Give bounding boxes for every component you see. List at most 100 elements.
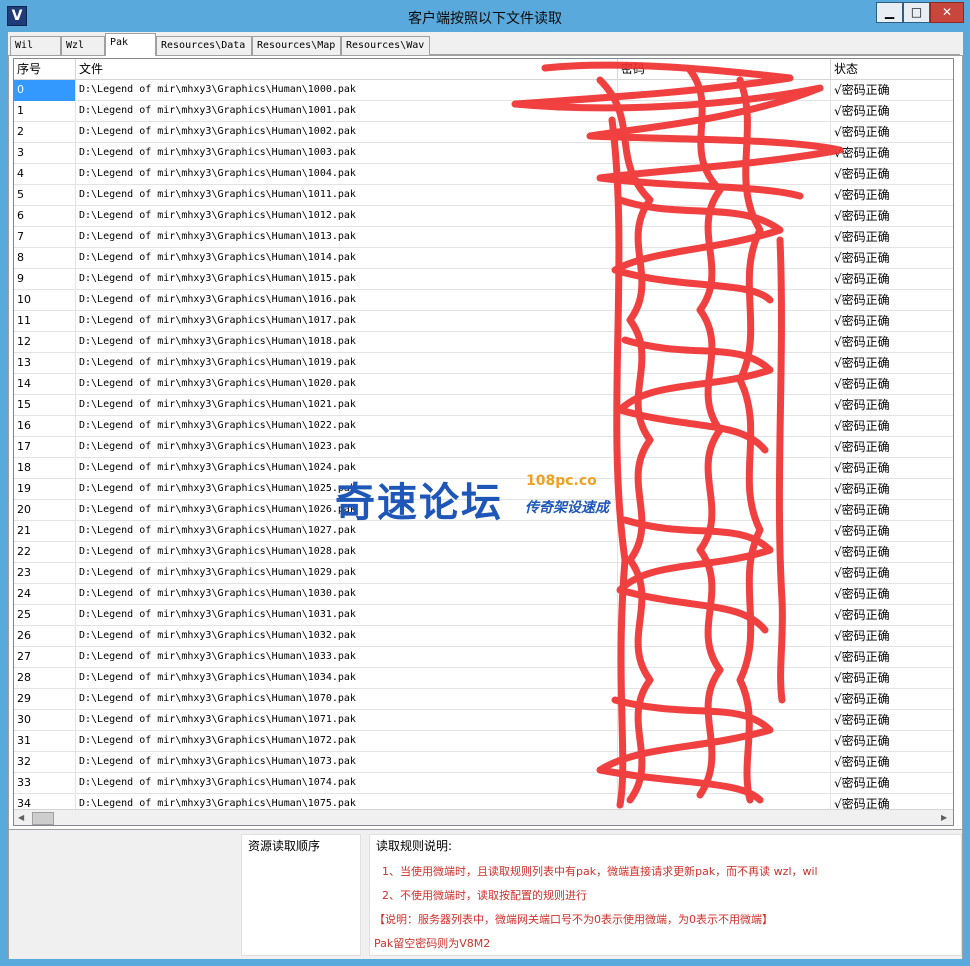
row-index: 21 [14, 521, 76, 542]
row-password [618, 584, 831, 605]
row-index: 20 [14, 500, 76, 521]
row-index: 25 [14, 605, 76, 626]
row-index: 14 [14, 374, 76, 395]
list-rows: 0 D:\Legend of mir\mhxy3\Graphics\Human\1… [14, 80, 953, 815]
row-password [618, 143, 831, 164]
table-row[interactable]: 0 D:\Legend of mir\mhxy3\Graphics\Human\1… [14, 80, 953, 101]
table-row[interactable]: 6 D:\Legend of mir\mhxy3\Graphics\Human\1… [14, 206, 953, 227]
title-bar[interactable]: V 客户端按照以下文件读取 ▁ □ ✕ [0, 0, 970, 32]
row-status: √密码正确 [831, 248, 953, 269]
row-file-path: D:\Legend of mir\mhxy3\Graphics\Human\10… [76, 164, 618, 185]
maximize-button[interactable]: □ [903, 2, 930, 23]
table-row[interactable]: 16 D:\Legend of mir\mhxy3\Graphics\Human\… [14, 416, 953, 437]
row-index: 24 [14, 584, 76, 605]
table-row[interactable]: 13 D:\Legend of mir\mhxy3\Graphics\Human\… [14, 353, 953, 374]
table-row[interactable]: 30 D:\Legend of mir\mhxy3\Graphics\Human\… [14, 710, 953, 731]
table-row[interactable]: 2 D:\Legend of mir\mhxy3\Graphics\Human\1… [14, 122, 953, 143]
row-file-path: D:\Legend of mir\mhxy3\Graphics\Human\10… [76, 374, 618, 395]
table-row[interactable]: 7 D:\Legend of mir\mhxy3\Graphics\Human\1… [14, 227, 953, 248]
table-row[interactable]: 27 D:\Legend of mir\mhxy3\Graphics\Human\… [14, 647, 953, 668]
tab-resources-data[interactable]: Resources\Data [156, 36, 252, 55]
row-status: √密码正确 [831, 80, 953, 101]
row-file-path: D:\Legend of mir\mhxy3\Graphics\Human\10… [76, 689, 618, 710]
row-password [618, 521, 831, 542]
scroll-right-icon[interactable]: ▶ [941, 813, 947, 822]
horizontal-scroll-thumb[interactable] [32, 812, 54, 825]
row-status: √密码正确 [831, 185, 953, 206]
watermark-subtitle: 传奇架设速成 [525, 500, 609, 516]
row-index: 31 [14, 731, 76, 752]
table-row[interactable]: 26 D:\Legend of mir\mhxy3\Graphics\Human\… [14, 626, 953, 647]
watermark-url: 108pc.co [526, 473, 597, 489]
minimize-button[interactable]: ▁ [876, 2, 903, 23]
table-row[interactable]: 12 D:\Legend of mir\mhxy3\Graphics\Human\… [14, 332, 953, 353]
table-row[interactable]: 23 D:\Legend of mir\mhxy3\Graphics\Human\… [14, 563, 953, 584]
row-index: 12 [14, 332, 76, 353]
table-row[interactable]: 14 D:\Legend of mir\mhxy3\Graphics\Human\… [14, 374, 953, 395]
row-file-path: D:\Legend of mir\mhxy3\Graphics\Human\10… [76, 584, 618, 605]
row-password [618, 731, 831, 752]
row-index: 7 [14, 227, 76, 248]
column-header-index[interactable]: 序号 [14, 59, 76, 80]
row-password [618, 500, 831, 521]
row-password [618, 437, 831, 458]
row-index: 9 [14, 269, 76, 290]
row-password [618, 773, 831, 794]
table-row[interactable]: 10 D:\Legend of mir\mhxy3\Graphics\Human\… [14, 290, 953, 311]
table-row[interactable]: 25 D:\Legend of mir\mhxy3\Graphics\Human\… [14, 605, 953, 626]
row-file-path: D:\Legend of mir\mhxy3\Graphics\Human\10… [76, 101, 618, 122]
row-index: 11 [14, 311, 76, 332]
resource-order-panel[interactable]: 资源读取顺序 [241, 834, 361, 956]
table-row[interactable]: 24 D:\Legend of mir\mhxy3\Graphics\Human\… [14, 584, 953, 605]
row-status: √密码正确 [831, 290, 953, 311]
table-row[interactable]: 22 D:\Legend of mir\mhxy3\Graphics\Human\… [14, 542, 953, 563]
table-row[interactable]: 11 D:\Legend of mir\mhxy3\Graphics\Human\… [14, 311, 953, 332]
table-row[interactable]: 9 D:\Legend of mir\mhxy3\Graphics\Human\1… [14, 269, 953, 290]
table-row[interactable]: 32 D:\Legend of mir\mhxy3\Graphics\Human\… [14, 752, 953, 773]
row-status: √密码正确 [831, 647, 953, 668]
table-row[interactable]: 15 D:\Legend of mir\mhxy3\Graphics\Human\… [14, 395, 953, 416]
table-row[interactable]: 3 D:\Legend of mir\mhxy3\Graphics\Human\1… [14, 143, 953, 164]
table-row[interactable]: 4 D:\Legend of mir\mhxy3\Graphics\Human\1… [14, 164, 953, 185]
column-header-file[interactable]: 文件 [76, 59, 618, 80]
table-row[interactable]: 29 D:\Legend of mir\mhxy3\Graphics\Human\… [14, 689, 953, 710]
row-file-path: D:\Legend of mir\mhxy3\Graphics\Human\10… [76, 311, 618, 332]
row-file-path: D:\Legend of mir\mhxy3\Graphics\Human\10… [76, 290, 618, 311]
row-index: 32 [14, 752, 76, 773]
row-file-path: D:\Legend of mir\mhxy3\Graphics\Human\10… [76, 416, 618, 437]
scroll-left-icon[interactable]: ◀ [18, 813, 24, 822]
tab-resources-wav[interactable]: Resources\Wav [341, 36, 430, 55]
tab-wzl[interactable]: Wzl [61, 36, 105, 55]
row-password [618, 416, 831, 437]
row-file-path: D:\Legend of mir\mhxy3\Graphics\Human\10… [76, 248, 618, 269]
table-row[interactable]: 31 D:\Legend of mir\mhxy3\Graphics\Human\… [14, 731, 953, 752]
rules-panel: 读取规则说明: 1、当使用微端时，且读取规则列表中有pak，微端直接请求更新pa… [369, 834, 962, 956]
table-row[interactable]: 8 D:\Legend of mir\mhxy3\Graphics\Human\1… [14, 248, 953, 269]
table-row[interactable]: 28 D:\Legend of mir\mhxy3\Graphics\Human\… [14, 668, 953, 689]
close-button[interactable]: ✕ [930, 2, 964, 23]
table-row[interactable]: 1 D:\Legend of mir\mhxy3\Graphics\Human\1… [14, 101, 953, 122]
row-status: √密码正确 [831, 500, 953, 521]
row-file-path: D:\Legend of mir\mhxy3\Graphics\Human\10… [76, 731, 618, 752]
row-password [618, 689, 831, 710]
tab-pak[interactable]: Pak [105, 33, 156, 56]
row-password [618, 647, 831, 668]
table-row[interactable]: 17 D:\Legend of mir\mhxy3\Graphics\Human\… [14, 437, 953, 458]
row-password [618, 311, 831, 332]
tab-wil[interactable]: Wil [10, 36, 61, 55]
row-file-path: D:\Legend of mir\mhxy3\Graphics\Human\10… [76, 332, 618, 353]
row-status: √密码正确 [831, 689, 953, 710]
table-row[interactable]: 33 D:\Legend of mir\mhxy3\Graphics\Human\… [14, 773, 953, 794]
column-header-status[interactable]: 状态 [831, 59, 953, 80]
file-list[interactable]: 序号 文件 密码 状态 0 D:\Legend of mir\mhxy3\Grap… [13, 58, 954, 826]
row-file-path: D:\Legend of mir\mhxy3\Graphics\Human\10… [76, 206, 618, 227]
row-index: 16 [14, 416, 76, 437]
table-row[interactable]: 5 D:\Legend of mir\mhxy3\Graphics\Human\1… [14, 185, 953, 206]
column-header-password[interactable]: 密码 [618, 59, 831, 80]
tab-resources-map[interactable]: Resources\Map [252, 36, 341, 55]
row-status: √密码正确 [831, 773, 953, 794]
horizontal-scrollbar[interactable]: ◀ ▶ [14, 809, 953, 825]
row-index: 30 [14, 710, 76, 731]
row-index: 19 [14, 479, 76, 500]
row-password [618, 269, 831, 290]
